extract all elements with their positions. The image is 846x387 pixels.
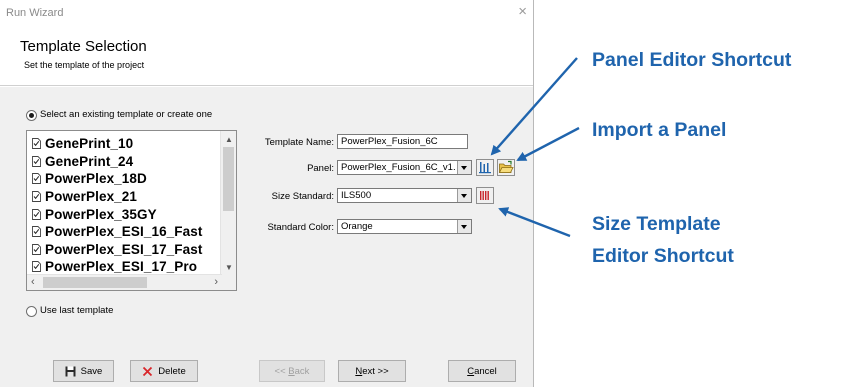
size-standard-value: ILS500 (341, 190, 372, 201)
size-standard-select[interactable]: ILS500 (337, 188, 472, 203)
select-template-label: Select an existing template or create on… (40, 109, 213, 120)
back-button-label: << Back (274, 365, 310, 377)
window-title: Run Wizard (6, 7, 64, 19)
header-divider (0, 86, 533, 87)
title-bar: Run Wizard × (0, 0, 533, 26)
standard-color-value: Orange (341, 221, 373, 232)
scroll-left-icon[interactable]: ‹ (31, 276, 35, 288)
list-item-label: GenePrint_24 (45, 153, 134, 169)
panel-select-value: PowerPlex_Fusion_6C_v1. (341, 162, 456, 173)
back-button[interactable]: << Back (259, 360, 325, 382)
annotation-size-template-line2: Editor Shortcut (592, 245, 734, 267)
wizard-header: Template Selection Set the template of t… (0, 26, 533, 86)
use-last-template-label: Use last template (40, 305, 114, 316)
list-item-label: GenePrint_10 (45, 136, 134, 152)
size-template-editor-button[interactable] (476, 187, 494, 204)
cancel-button-label: Cancel (467, 365, 497, 377)
chevron-down-icon[interactable] (457, 220, 471, 233)
template-doc-icon (32, 261, 41, 273)
horizontal-scrollbar[interactable]: ‹ › (27, 274, 222, 290)
template-doc-icon (32, 173, 41, 185)
floppy-disk-icon (65, 366, 76, 376)
horizontal-scroll-thumb[interactable] (43, 277, 147, 288)
delete-button[interactable]: Delete (130, 360, 198, 382)
scroll-right-icon[interactable]: › (214, 276, 218, 288)
annotation-panel-editor: Panel Editor Shortcut (592, 49, 792, 71)
panel-label: Panel: (307, 163, 334, 174)
chevron-down-icon[interactable] (457, 189, 471, 202)
standard-color-label: Standard Color: (267, 222, 334, 233)
scroll-up-icon[interactable]: ▲ (225, 135, 233, 144)
close-icon[interactable]: × (518, 4, 527, 19)
list-item[interactable]: PowerPlex_ESI_17_Fast (27, 241, 223, 259)
annotation-size-template-line1: Size Template (592, 213, 721, 235)
list-item-label: PowerPlex_ESI_17_Pro (45, 259, 198, 275)
list-item[interactable]: PowerPlex_21 (27, 188, 223, 206)
panel-editor-button[interactable] (476, 159, 494, 176)
template-list-items: GenePrint_10 GenePrint_24 PowerPlex_18D Pow… (27, 135, 223, 276)
vertical-scroll-thumb[interactable] (223, 147, 234, 211)
annotation-import-panel: Import a Panel (592, 119, 727, 141)
access-key: N (355, 365, 363, 377)
template-doc-icon (32, 226, 41, 238)
scrollbar-corner (221, 275, 236, 290)
delete-button-label: Delete (158, 365, 186, 377)
red-x-icon (143, 366, 153, 376)
run-wizard-dialog: Run Wizard × Template Selection Set the … (0, 0, 534, 387)
list-item[interactable]: PowerPlex_ESI_16_Fast (27, 223, 223, 241)
next-button[interactable]: Next >> (338, 360, 406, 382)
list-item[interactable]: PowerPlex_18D (27, 170, 223, 188)
cancel-button[interactable]: Cancel (448, 360, 516, 382)
list-item-label: PowerPlex_21 (45, 189, 138, 205)
access-key: B (288, 365, 295, 377)
page-title: Template Selection (20, 38, 147, 55)
template-doc-icon (32, 191, 41, 203)
open-folder-icon (498, 160, 514, 173)
standard-color-select[interactable]: Orange (337, 219, 472, 234)
list-item-label: PowerPlex_ESI_16_Fast (45, 224, 203, 240)
template-doc-icon (32, 138, 41, 150)
save-button[interactable]: Save (53, 360, 114, 382)
red-bars-icon (480, 191, 489, 200)
list-item[interactable]: GenePrint_24 (27, 153, 223, 171)
template-list[interactable]: GenePrint_10 GenePrint_24 PowerPlex_18D Pow… (26, 130, 237, 291)
list-item[interactable]: PowerPlex_35GY (27, 205, 223, 223)
template-name-input[interactable]: PowerPlex_Fusion_6C (337, 134, 468, 149)
page-subtitle: Set the template of the project (24, 60, 145, 70)
next-button-label: Next >> (355, 365, 389, 377)
access-key: C (467, 365, 475, 377)
bar-chart-icon (479, 162, 491, 174)
select-template-radio[interactable] (26, 110, 37, 121)
import-panel-button[interactable] (497, 159, 515, 176)
template-doc-icon (32, 208, 41, 220)
list-item-label: PowerPlex_18D (45, 171, 147, 187)
chevron-down-icon[interactable] (457, 161, 471, 174)
size-standard-label: Size Standard: (271, 191, 334, 202)
template-doc-icon (32, 243, 41, 255)
use-last-template-radio[interactable] (26, 306, 37, 317)
template-doc-icon (32, 155, 41, 167)
template-name-label: Template Name: (264, 137, 334, 148)
list-item[interactable]: GenePrint_10 (27, 135, 223, 153)
vertical-scrollbar[interactable]: ▲ ▼ (220, 131, 236, 276)
panel-select[interactable]: PowerPlex_Fusion_6C_v1. (337, 160, 472, 175)
list-item-label: PowerPlex_35GY (45, 206, 157, 222)
list-item-label: PowerPlex_ESI_17_Fast (45, 241, 203, 257)
save-button-label: Save (80, 365, 103, 377)
scroll-down-icon[interactable]: ▼ (225, 263, 233, 272)
